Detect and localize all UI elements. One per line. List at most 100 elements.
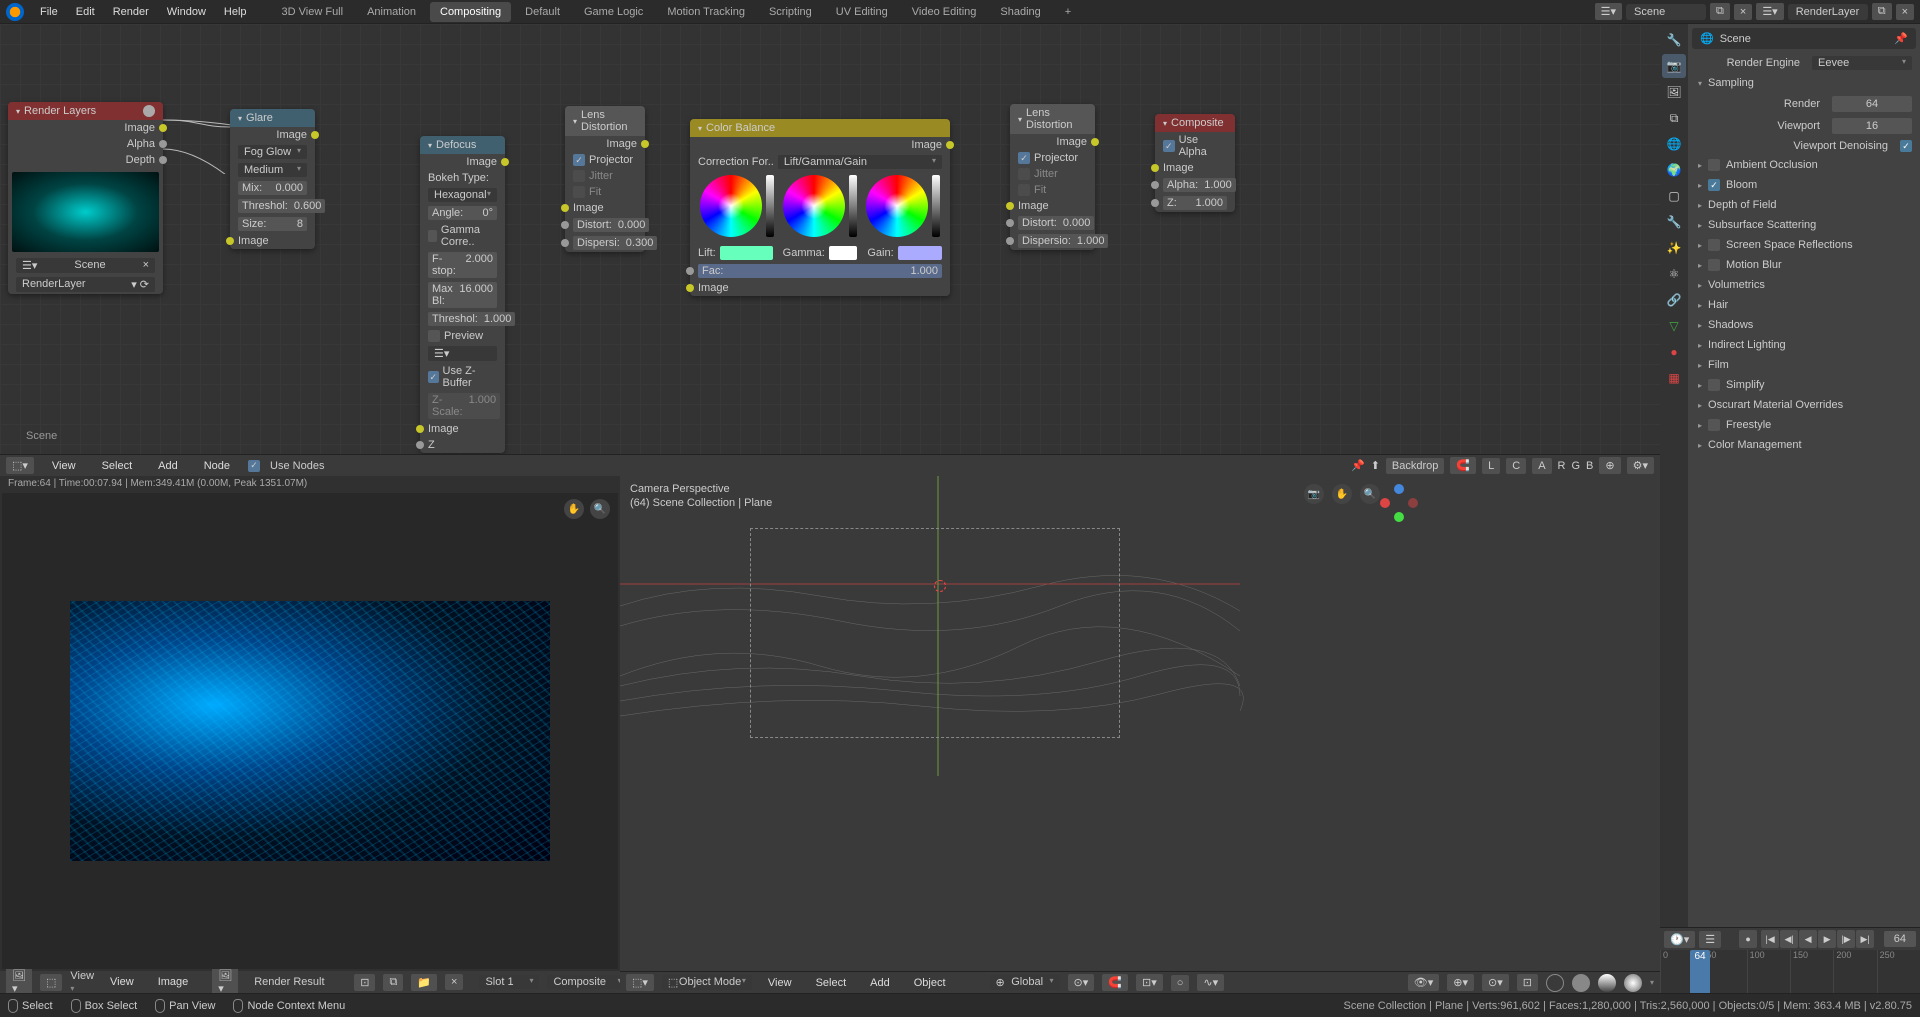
channel-r[interactable]: R [1558,460,1566,472]
menu-view[interactable]: View [44,457,84,475]
panel-checkbox[interactable] [1708,379,1720,391]
workspace-tab-active[interactable]: Compositing [430,2,511,22]
angle-value[interactable]: Angle:0° [428,206,497,220]
panel-ambient-occlusion[interactable]: ▸Ambient Occlusion [1692,155,1916,175]
menu-help[interactable]: Help [216,3,255,21]
panel-indirect-lighting[interactable]: ▸Indirect Lighting [1692,335,1916,355]
node-header[interactable]: ▾Render Layers [8,102,163,120]
use-nodes-checkbox[interactable]: ✓ [248,460,260,472]
channel-b[interactable]: B [1586,460,1593,472]
workspace-tab[interactable]: Game Logic [574,2,653,22]
menu-add[interactable]: Add [862,974,898,992]
visibility-icon[interactable]: 👁▾ [1408,974,1440,991]
size-value[interactable]: Size:8 [238,217,307,231]
lift-color-swatch[interactable] [720,246,773,260]
jump-start-icon[interactable]: |◀ [1761,930,1779,948]
menu-window[interactable]: Window [159,3,214,21]
new-image-icon[interactable]: ⧉ [383,974,403,991]
render-samples-value[interactable]: 64 [1832,96,1912,112]
renderlayer-selector[interactable]: RenderLayer [1788,4,1868,20]
menu-select[interactable]: Select [94,457,141,475]
use-count-icon[interactable]: ⊡ [354,974,375,991]
shading-solid-icon[interactable] [1572,974,1590,992]
workspace-tab[interactable]: 3D View Full [272,2,354,22]
gain-color-wheel[interactable] [866,175,928,237]
workspace-tab[interactable]: Animation [357,2,426,22]
preview-toggle-icon[interactable] [143,105,155,117]
projector-checkbox[interactable]: ✓ [1018,152,1030,164]
fac-value[interactable]: Fac:1.000 [698,264,942,278]
keyframe-prev-icon[interactable]: ◀| [1780,930,1798,948]
current-frame[interactable]: 64 [1884,931,1916,947]
zoom-icon[interactable]: 🔍 [1360,484,1380,504]
editor-type-icon[interactable]: 🕐▾ [1664,931,1695,948]
menu-node[interactable]: Node [196,457,238,475]
node-header[interactable]: ▾Color Balance [690,119,950,137]
channel-g[interactable]: G [1571,460,1580,472]
keyframe-next-icon[interactable]: |▶ [1837,930,1855,948]
node-defocus[interactable]: ▾Defocus Image Bokeh Type: Hexagonal▾ An… [420,136,505,453]
menu-edit[interactable]: Edit [68,3,103,21]
panel-volumetrics[interactable]: ▸Volumetrics [1692,275,1916,295]
layer-browse-icon[interactable]: ☰▾ [1756,3,1783,20]
axis-z-icon[interactable] [1394,484,1404,494]
unlink-icon[interactable]: × [445,974,463,990]
timeline-menu-icon[interactable]: ☰ [1699,931,1721,948]
tab-modifiers-icon[interactable]: 🔧 [1662,210,1686,234]
threshold-value[interactable]: Threshol:1.000 [428,312,515,326]
panel-shadows[interactable]: ▸Shadows [1692,315,1916,335]
panel-checkbox[interactable] [1708,259,1720,271]
distort-value[interactable]: Distort:0.000 [1018,216,1094,230]
viewport-samples-value[interactable]: 16 [1832,118,1912,134]
workspace-tab[interactable]: Shading [990,2,1050,22]
denoise-checkbox[interactable] [1900,140,1912,152]
panel-subsurface-scattering[interactable]: ▸Subsurface Scattering [1692,215,1916,235]
lift-value-slider[interactable] [766,175,774,237]
scene-delete-icon[interactable]: × [1734,4,1752,20]
gain-value-slider[interactable] [932,175,940,237]
options-icon[interactable]: ⚙▾ [1627,457,1654,474]
tab-texture-icon[interactable]: ▦ [1662,366,1686,390]
pan-icon[interactable]: ✋ [1332,484,1352,504]
menu-view[interactable]: View [760,974,800,992]
panel-film[interactable]: ▸Film [1692,355,1916,375]
menu-view[interactable]: View ▾ [70,970,94,994]
axis-y-icon[interactable] [1394,512,1404,522]
compositor-node-editor[interactable]: ▾Render Layers Image Alpha Depth ☰▾Scene… [0,24,1660,454]
snap-type-icon[interactable]: ⊡▾ [1136,974,1163,991]
layer-copy-icon[interactable]: ⧉ [1872,3,1892,20]
node-render-layers[interactable]: ▾Render Layers Image Alpha Depth ☰▾Scene… [8,102,163,294]
shading-lookdev-icon[interactable] [1598,974,1616,992]
scene-breadcrumb[interactable]: 🌐 Scene📌 [1692,28,1916,49]
panel-simplify[interactable]: ▸Simplify [1692,375,1916,395]
channel-a[interactable]: A [1532,458,1551,474]
maxblur-value[interactable]: Max Bl:16.000 [428,282,497,308]
lift-color-wheel[interactable] [700,175,762,237]
axis-x-icon[interactable] [1380,498,1390,508]
layer-dropdown[interactable]: RenderLayer▾ ⟳ [16,277,155,292]
tab-constraints-icon[interactable]: 🔗 [1662,288,1686,312]
dispersion-value[interactable]: Dispersi:0.300 [573,236,657,250]
node-header[interactable]: ▾Glare [230,109,315,127]
gizmo-toggle-icon[interactable]: ⊕▾ [1447,974,1474,991]
camera-toggle-icon[interactable]: 📷 [1304,484,1324,504]
menu-select[interactable]: Select [808,974,855,992]
menu-image[interactable]: Image [150,973,197,991]
panel-hair[interactable]: ▸Hair [1692,295,1916,315]
tab-scene-icon[interactable]: 🌐 [1662,132,1686,156]
editor-type-icon[interactable]: ⬚▾ [626,974,654,991]
node-header[interactable]: ▾Lens Distortion [1010,104,1095,134]
tab-world-icon[interactable]: 🌍 [1662,158,1686,182]
pass-dropdown[interactable]: Composite▾ [547,975,627,989]
panel-oscurart-material-overrides[interactable]: ▸Oscurart Material Overrides [1692,395,1916,415]
gamma-color-wheel[interactable] [783,175,845,237]
tab-object-icon[interactable]: ▢ [1662,184,1686,208]
scene-link-dropdown[interactable]: ☰▾ [428,346,497,361]
panel-checkbox[interactable] [1708,419,1720,431]
panel-checkbox[interactable] [1708,159,1720,171]
gain-color-swatch[interactable] [898,246,942,260]
tab-output-icon[interactable]: 🖼 [1662,80,1686,104]
pivot-icon[interactable]: ⊙▾ [1068,974,1095,991]
jump-end-icon[interactable]: ▶| [1856,930,1874,948]
backdrop-toggle[interactable]: Backdrop [1386,458,1444,474]
